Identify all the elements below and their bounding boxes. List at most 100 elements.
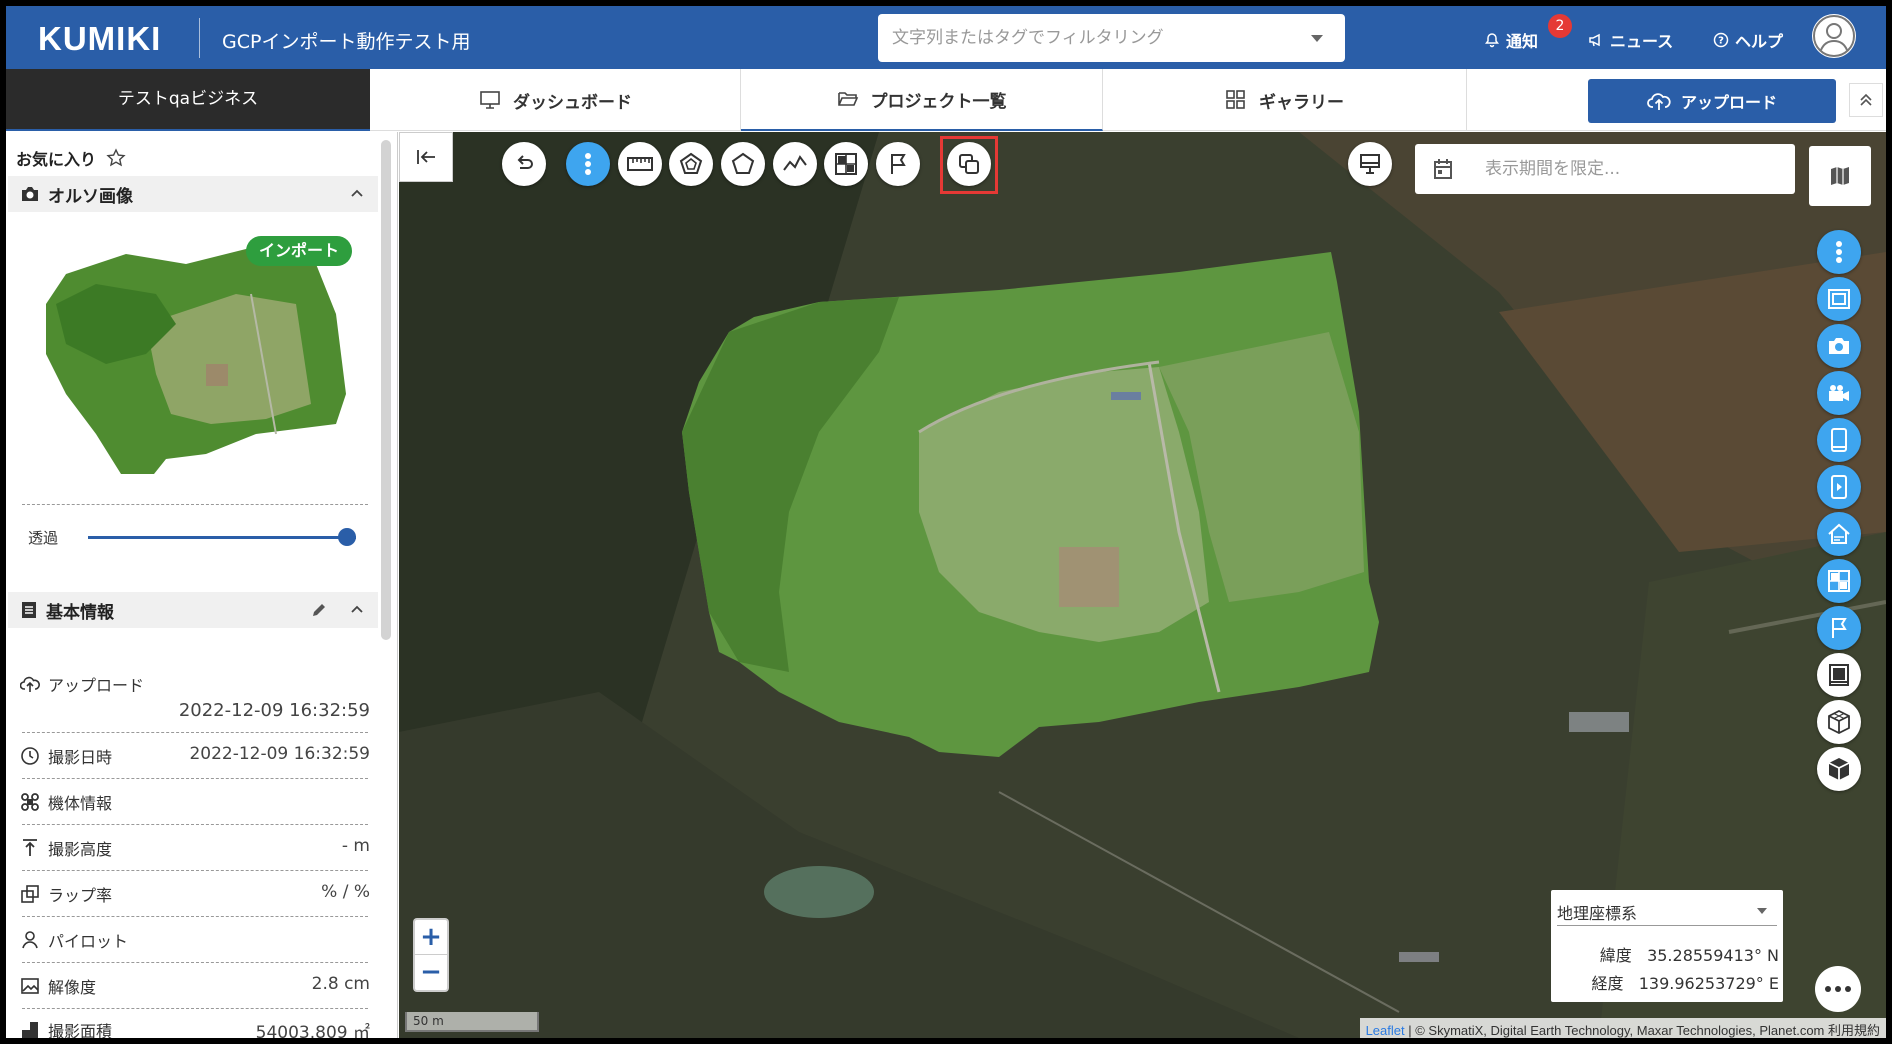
photo-layer-button[interactable] [1817, 324, 1861, 368]
tab-gallery[interactable]: ギャラリー [1103, 69, 1467, 131]
marker-layer-button[interactable] [1817, 606, 1861, 650]
double-chevron-up-icon [1860, 93, 1872, 106]
chevron-up-icon[interactable] [350, 604, 364, 614]
business-selector[interactable]: テストqaビジネス [6, 69, 370, 131]
info-area-row: 撮影面積 54003.809 ㎡ [20, 1018, 370, 1038]
cube-icon [1828, 758, 1850, 780]
add-marker-button[interactable] [876, 142, 920, 186]
collapse-header-button[interactable] [1849, 83, 1883, 117]
calendar-icon [1434, 159, 1452, 179]
upload-button[interactable]: アップロード [1588, 79, 1836, 123]
news-label: ニュース [1610, 32, 1674, 51]
info-capture-row: 撮影日時 2022-12-09 16:32:59 [20, 744, 370, 768]
flag-icon [1832, 618, 1847, 638]
basic-info-section-header[interactable]: 基本情報 [8, 592, 378, 628]
tab-dashboard-label: ダッシュボード [513, 92, 632, 113]
dot [1845, 986, 1851, 992]
date-range-input[interactable] [1485, 156, 1765, 182]
pencil-icon[interactable] [310, 601, 328, 619]
map-view[interactable]: + − 50 m 地理座標系 緯度 35.28559413° N 経度 139.… [399, 132, 1886, 1038]
mobile-layer-button[interactable] [1817, 418, 1861, 462]
tab-gallery-label: ギャラリー [1259, 92, 1344, 113]
help-circle-icon: ? [1713, 32, 1729, 48]
camera-icon [22, 187, 38, 201]
longitude-row: 経度 139.96253729° E [1551, 970, 1779, 994]
return-arrow-icon [517, 155, 533, 169]
monitor-icon [1360, 154, 1380, 174]
info-altitude-value: - m [341, 836, 370, 856]
line-chart-icon [783, 155, 807, 171]
zoom-out-button[interactable]: − [415, 955, 447, 990]
latitude-row: 緯度 35.28559413° N [1551, 942, 1779, 966]
star-icon[interactable] [106, 148, 126, 168]
draw-polygon-button[interactable] [721, 142, 765, 186]
date-range-filter[interactable] [1415, 144, 1795, 194]
arrow-left-bar-icon [417, 150, 435, 164]
analysis-layer-button[interactable] [1817, 559, 1861, 603]
elevation-profile-button[interactable] [773, 142, 817, 186]
megaphone-icon [1589, 33, 1600, 47]
bell-icon [1485, 33, 1499, 48]
favorite-toggle[interactable]: お気に入り [16, 146, 126, 170]
tab-dashboard[interactable]: ダッシュボード [371, 69, 741, 131]
opacity-slider-handle[interactable] [338, 528, 356, 546]
divider [22, 1008, 368, 1009]
coord-system-label: 地理座標系 [1557, 904, 1638, 923]
info-aircraft-row: 機体情報 [20, 790, 370, 814]
ortho-thumbnail[interactable] [36, 234, 366, 474]
undo-button[interactable] [502, 142, 546, 186]
report-button[interactable] [1817, 653, 1861, 697]
divider [22, 778, 368, 779]
leaflet-link[interactable]: Leaflet [1366, 1023, 1405, 1038]
ortho-layer-button[interactable] [1817, 277, 1861, 321]
info-pilot-label: パイロット [48, 932, 129, 951]
info-upload-row: アップロード 2022-12-09 16:32:59 [20, 672, 370, 732]
flag-icon [891, 154, 906, 174]
measure-area-button[interactable] [669, 142, 713, 186]
video-layer-button[interactable] [1817, 371, 1861, 415]
caret-down-icon[interactable] [1757, 908, 1767, 914]
kumiki-logo[interactable]: KUMIKI [38, 20, 161, 58]
dot [1835, 986, 1841, 992]
display-mode-button[interactable] [1348, 142, 1392, 186]
point-cloud-button[interactable] [1817, 512, 1861, 556]
area-icon [22, 1022, 38, 1038]
filter-input[interactable] [892, 24, 1292, 52]
volume-calc-button[interactable] [824, 142, 868, 186]
svg-text:?: ? [1718, 36, 1724, 47]
opacity-slider-track[interactable] [88, 536, 356, 539]
user-avatar[interactable] [1812, 14, 1856, 58]
attribution-text: | © SkymatiX, Digital Earth Technology, … [1404, 1023, 1880, 1038]
import-badge: インポート [246, 236, 352, 266]
coord-system-select[interactable]: 地理座標系 [1557, 900, 1777, 926]
collapse-sidebar-button[interactable] [399, 132, 453, 182]
help-button[interactable]: ? ヘルプ [1713, 28, 1783, 52]
basic-info-title: 基本情報 [46, 602, 114, 623]
drone-icon [21, 793, 39, 811]
pentagon-nested-icon [679, 152, 703, 174]
notification-button[interactable]: 通知 [1484, 28, 1538, 52]
tool-menu-button[interactable] [566, 142, 610, 186]
zoom-in-button[interactable]: + [415, 920, 447, 955]
tag-filter-select[interactable] [878, 14, 1345, 62]
tab-project-list[interactable]: プロジェクト一覧 [741, 69, 1103, 131]
measure-distance-button[interactable] [618, 142, 662, 186]
news-button[interactable]: ニュース [1588, 28, 1673, 52]
3d-mesh-button[interactable] [1817, 700, 1861, 744]
vertical-dots-icon [585, 153, 591, 175]
divider [22, 870, 368, 871]
vertical-dots-icon [1836, 241, 1842, 263]
ortho-section-header[interactable]: オルソ画像 [8, 176, 378, 212]
base-layer-button[interactable] [1809, 146, 1871, 206]
video-play-button[interactable] [1817, 465, 1861, 509]
sidebar-scrollbar[interactable] [381, 140, 391, 640]
right-menu-button[interactable] [1817, 230, 1861, 274]
3d-model-button[interactable] [1817, 747, 1861, 791]
map-icon [1831, 167, 1849, 185]
more-options-button[interactable] [1815, 966, 1861, 1012]
opacity-label: 透過 [28, 529, 59, 547]
latitude-value: 35.28559413° N [1647, 946, 1779, 965]
caret-down-icon[interactable] [1311, 35, 1323, 42]
app-window: KUMIKI GCPインポート動作テスト用 通知 2 ニュース ? ヘルプ テス… [6, 6, 1886, 1038]
chevron-up-icon[interactable] [350, 188, 364, 198]
